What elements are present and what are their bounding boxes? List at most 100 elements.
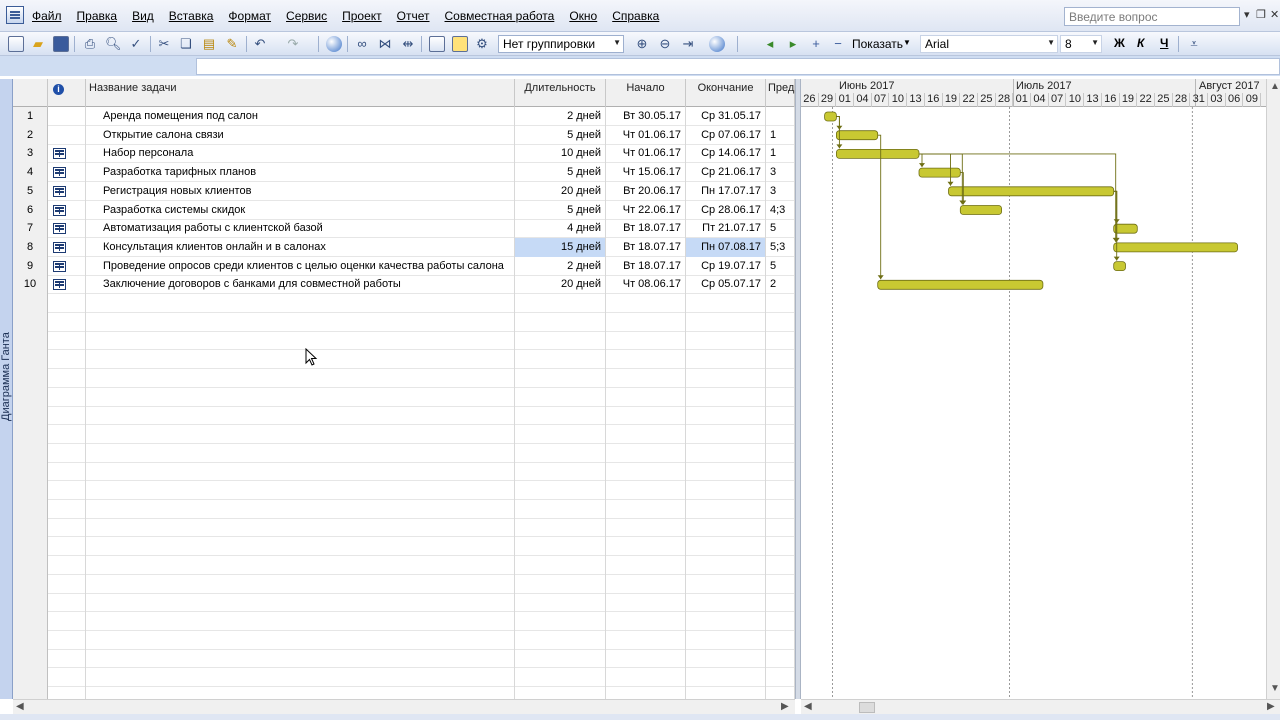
- row-id[interactable]: 1: [13, 107, 48, 126]
- row-task-name[interactable]: [86, 424, 515, 444]
- row-task-name[interactable]: Заключение договоров с банками для совме…: [86, 275, 515, 295]
- table-row[interactable]: [13, 593, 795, 613]
- row-duration[interactable]: 5 дней: [515, 200, 606, 220]
- row-start[interactable]: [606, 686, 686, 699]
- recurring-task-icon[interactable]: [53, 223, 66, 235]
- show-subtasks-icon[interactable]: +: [808, 36, 824, 52]
- row-start[interactable]: Вт 20.06.17: [606, 181, 686, 201]
- redo-icon[interactable]: ↷: [285, 36, 301, 52]
- menu-window[interactable]: Окно: [569, 9, 597, 23]
- task-bar[interactable]: [824, 111, 837, 122]
- table-row[interactable]: [13, 350, 795, 370]
- row-indicators[interactable]: [48, 144, 86, 164]
- row-indicators[interactable]: [48, 649, 86, 669]
- row-start[interactable]: [606, 630, 686, 650]
- header-predecessors[interactable]: Пред: [766, 79, 795, 107]
- row-indicators[interactable]: [48, 424, 86, 444]
- row-indicators[interactable]: [48, 537, 86, 557]
- row-start[interactable]: [606, 537, 686, 557]
- row-predecessors[interactable]: [766, 462, 795, 482]
- row-finish[interactable]: [686, 555, 766, 575]
- help-icon[interactable]: [709, 36, 725, 52]
- task-bar[interactable]: [1113, 223, 1138, 234]
- task-bar[interactable]: [877, 279, 1044, 290]
- row-predecessors[interactable]: [766, 107, 795, 126]
- row-duration[interactable]: [515, 686, 606, 699]
- row-indicators[interactable]: [48, 181, 86, 201]
- row-duration[interactable]: [515, 555, 606, 575]
- task-bar[interactable]: [836, 149, 920, 159]
- indent-icon[interactable]: ▸: [785, 36, 801, 52]
- row-indicators[interactable]: [48, 555, 86, 575]
- font-select[interactable]: Arial ▼: [920, 35, 1058, 53]
- row-task-name[interactable]: Аренда помещения под салон: [86, 107, 515, 126]
- row-start[interactable]: [606, 294, 686, 313]
- row-task-name[interactable]: [86, 387, 515, 407]
- row-duration[interactable]: [515, 611, 606, 631]
- row-id[interactable]: [13, 406, 48, 426]
- scroll-left-icon[interactable]: ◀: [16, 701, 24, 712]
- table-row[interactable]: 10 Заключение договоров с банками для сов…: [13, 275, 795, 295]
- row-id[interactable]: 8: [13, 237, 48, 257]
- row-task-name[interactable]: [86, 331, 515, 351]
- font-size-select[interactable]: 8 ▼: [1060, 35, 1102, 53]
- row-finish[interactable]: [686, 294, 766, 313]
- row-finish[interactable]: Ср 31.05.17: [686, 107, 766, 126]
- table-row[interactable]: [13, 424, 795, 444]
- row-finish[interactable]: [686, 350, 766, 370]
- scroll-down-icon[interactable]: ▼: [1270, 683, 1280, 694]
- row-duration[interactable]: 2 дней: [515, 107, 606, 126]
- menu-collaborate[interactable]: Совместная работа: [445, 9, 555, 23]
- row-indicators[interactable]: [48, 574, 86, 594]
- bold-button[interactable]: Ж: [1114, 36, 1125, 50]
- new-file-icon[interactable]: [8, 36, 24, 52]
- zoom-out-icon[interactable]: ⊖: [657, 36, 673, 52]
- recurring-task-icon[interactable]: [53, 148, 66, 160]
- row-predecessors[interactable]: [766, 668, 795, 687]
- row-start[interactable]: [606, 424, 686, 444]
- row-indicators[interactable]: [48, 443, 86, 463]
- row-predecessors[interactable]: [766, 368, 795, 388]
- task-notes-icon[interactable]: [452, 36, 468, 52]
- row-task-name[interactable]: Набор персонала: [86, 144, 515, 164]
- row-task-name[interactable]: Консультация клиентов онлайн и в салонах: [86, 237, 515, 257]
- table-row[interactable]: [13, 387, 795, 407]
- row-predecessors[interactable]: [766, 593, 795, 613]
- row-start[interactable]: [606, 593, 686, 613]
- row-duration[interactable]: 15 дней: [515, 237, 606, 257]
- row-indicators[interactable]: [48, 256, 86, 276]
- row-start[interactable]: Вт 30.05.17: [606, 107, 686, 126]
- split-task-icon[interactable]: ⇹: [400, 36, 416, 52]
- row-finish[interactable]: [686, 593, 766, 613]
- row-task-name[interactable]: [86, 368, 515, 388]
- row-start[interactable]: [606, 387, 686, 407]
- scroll-right-icon[interactable]: ▶: [1267, 701, 1275, 712]
- recurring-task-icon[interactable]: [53, 167, 66, 179]
- print-preview-icon[interactable]: 🔍︎: [105, 36, 122, 52]
- row-duration[interactable]: [515, 368, 606, 388]
- row-task-name[interactable]: [86, 574, 515, 594]
- row-task-name[interactable]: Разработка тарифных планов: [86, 163, 515, 183]
- table-row[interactable]: [13, 462, 795, 482]
- row-id[interactable]: 9: [13, 256, 48, 276]
- header-start[interactable]: Начало: [606, 79, 686, 107]
- row-finish[interactable]: [686, 537, 766, 557]
- unlink-tasks-icon[interactable]: ⋈: [377, 36, 393, 52]
- row-finish[interactable]: Пт 21.07.17: [686, 219, 766, 239]
- format-painter-icon[interactable]: ✎: [224, 36, 240, 52]
- row-task-name[interactable]: [86, 611, 515, 631]
- table-row[interactable]: [13, 481, 795, 500]
- row-finish[interactable]: Ср 07.06.17: [686, 125, 766, 145]
- menu-report[interactable]: Отчет: [397, 9, 430, 23]
- row-indicators[interactable]: [48, 630, 86, 650]
- row-task-name[interactable]: [86, 350, 515, 370]
- spellcheck-icon[interactable]: ✓: [128, 36, 144, 52]
- table-row[interactable]: [13, 686, 795, 699]
- row-id[interactable]: [13, 537, 48, 557]
- row-indicators[interactable]: [48, 294, 86, 313]
- row-task-name[interactable]: [86, 555, 515, 575]
- menu-insert[interactable]: Вставка: [169, 9, 214, 23]
- row-finish[interactable]: [686, 368, 766, 388]
- task-bar[interactable]: [948, 186, 1115, 197]
- row-id[interactable]: 5: [13, 181, 48, 201]
